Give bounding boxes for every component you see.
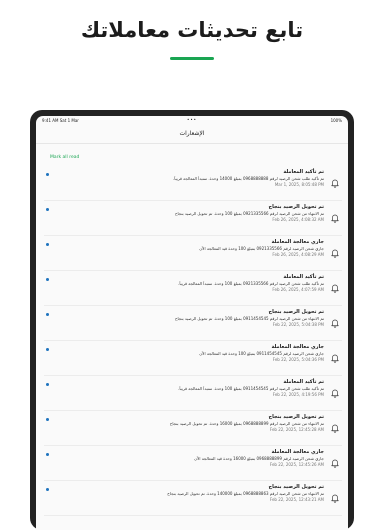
bell-icon [331,389,339,398]
unread-dot [46,173,49,176]
unread-dot [46,418,49,421]
notification-item[interactable]: جاري معالجة المعاملة جاري شحن الرصيد لرقم… [44,446,342,481]
bell-icon [331,319,339,328]
notification-item[interactable]: تم تحويل الرصيد بنجاح تم الانتهاء من شحن … [44,306,342,341]
bell-icon [331,494,339,503]
unread-dot [46,488,49,491]
unread-dot [46,453,49,456]
notification-item[interactable]: تم تحويل الرصيد بنجاح تم الانتهاء من شحن … [44,201,342,236]
notification-item[interactable]: تم تحويل الرصيد بنجاح تم الانتهاء من شحن … [44,411,342,446]
notification-item[interactable]: جاري معالجة المعاملة جاري شحن الرصيد لرقم… [44,236,342,271]
notification-item[interactable]: تم تأكيد المعاملة تم تأكيد طلب شحن الرصيد… [44,376,342,411]
notification-texts: تم تحويل الرصيد بنجاح تم الانتهاء من شحن … [74,204,324,223]
notification-title: تم تحويل الرصيد بنجاح [268,204,324,210]
status-time-text: 9:41 AM [42,118,59,123]
notifications-list: تم تأكيد المعاملة تم تأكيد طلب شحن الرصيد… [36,166,348,516]
notification-texts: تم تحويل الرصيد بنجاح تم الانتهاء من شحن … [74,414,324,433]
notification-texts: تم تحويل الرصيد بنجاح تم الانتهاء من شحن … [74,309,324,328]
bell-icon [331,249,339,258]
notification-texts: تم تحويل الرصيد بنجاح تم الانتهاء من شحن … [74,484,324,503]
unread-dot [46,313,49,316]
notification-texts: تم تأكيد المعاملة تم تأكيد طلب شحن الرصيد… [74,379,324,398]
multitask-dots[interactable]: ••• [187,117,197,122]
notification-date: Feb 26, 2025, 4:07:59 AM [272,287,324,292]
unread-dot [46,383,49,386]
notification-item[interactable]: تم تحويل الرصيد بنجاح تم الانتهاء من شحن … [44,481,342,516]
unread-dot [46,243,49,246]
notification-title: جاري معالجة المعاملة [271,449,324,455]
notification-title: تم تحويل الرصيد بنجاح [268,309,324,315]
notification-date: Feb 26, 2025, 4:08:29 AM [272,252,324,257]
notification-texts: جاري معالجة المعاملة جاري شحن الرصيد لرقم… [74,239,324,258]
status-bar: 9:41 AM Sat 1 Mar ••• 100% [36,116,348,125]
notification-date: Feb 26, 2025, 4:08:32 AM [272,217,324,222]
notification-title: تم تحويل الرصيد بنجاح [268,484,324,490]
headline: تابع تحديثات معاملاتك [80,18,304,42]
notification-item[interactable]: تم تأكيد المعاملة تم تأكيد طلب شحن الرصيد… [44,271,342,306]
app-screen: 9:41 AM Sat 1 Mar ••• 100% الإشعارات Mar… [36,116,348,530]
notification-title: تم تأكيد المعاملة [283,379,324,385]
bell-icon [331,354,339,363]
notification-date: Feb 22, 2025, 5:04:36 PM [272,357,324,362]
notification-item[interactable]: جاري معالجة المعاملة جاري شحن الرصيد لرقم… [44,341,342,376]
notification-date: Mar 1, 2025, 8:05:48 PM [274,182,324,187]
unread-dot [46,348,49,351]
nav-bar: الإشعارات [36,125,348,144]
bell-icon [331,179,339,188]
notification-texts: تم تأكيد المعاملة تم تأكيد طلب شحن الرصيد… [74,274,324,293]
notification-date: Feb 22, 2025, 4:19:56 PM [272,392,324,397]
notification-title: تم تحويل الرصيد بنجاح [268,414,324,420]
notification-item[interactable]: تم تأكيد المعاملة تم تأكيد طلب شحن الرصيد… [44,166,342,201]
notification-texts: جاري معالجة المعاملة جاري شحن الرصيد لرقم… [74,449,324,468]
status-time: 9:41 AM Sat 1 Mar [42,118,79,123]
notification-texts: جاري معالجة المعاملة جاري شحن الرصيد لرقم… [74,344,324,363]
bell-icon [331,459,339,468]
notification-title: تم تأكيد المعاملة [283,274,324,280]
notification-date: Feb 22, 2025, 12:45:26 AM [269,462,324,467]
unread-dot [46,208,49,211]
accent-underline [170,57,214,60]
bell-icon [331,284,339,293]
status-battery: 100% [330,118,342,123]
notification-texts: تم تأكيد المعاملة تم تأكيد طلب شحن الرصيد… [74,169,324,188]
bell-icon [331,424,339,433]
notification-date: Feb 22, 2025, 12:43:21 AM [269,497,324,502]
notification-title: جاري معالجة المعاملة [271,239,324,245]
status-date-text: Sat 1 Mar [59,118,79,123]
notification-date: Feb 22, 2025, 5:04:38 PM [272,322,324,327]
unread-dot [46,278,49,281]
notification-date: Feb 22, 2025, 12:45:28 AM [269,427,324,432]
bell-icon [331,214,339,223]
page-title: الإشعارات [179,130,205,137]
notification-title: جاري معالجة المعاملة [271,344,324,350]
notification-title: تم تأكيد المعاملة [283,169,324,175]
mark-all-read-link[interactable]: Mark all read [50,155,348,161]
tablet-frame: 9:41 AM Sat 1 Mar ••• 100% الإشعارات Mar… [30,110,354,530]
